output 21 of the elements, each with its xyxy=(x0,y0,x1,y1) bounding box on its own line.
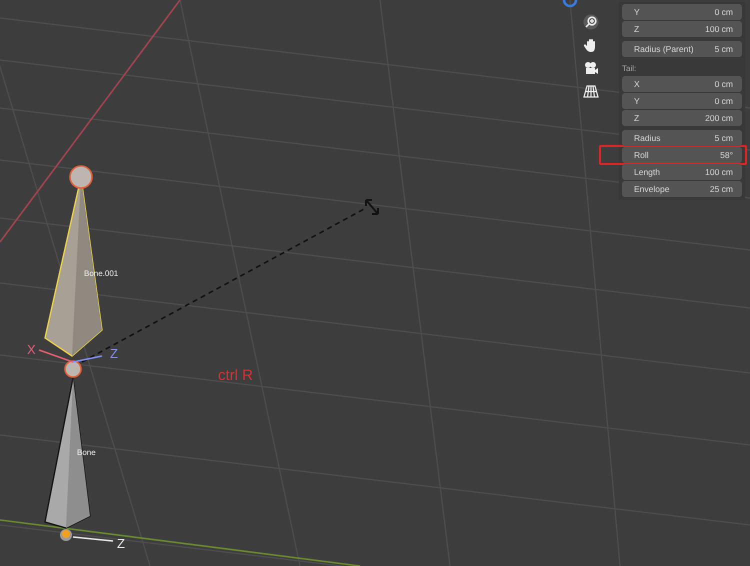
axis-label: Z xyxy=(117,536,125,551)
number-field[interactable]: Y 0 cm xyxy=(622,93,742,109)
bone-label: Bone xyxy=(77,448,96,457)
zoom-icon[interactable] xyxy=(583,14,599,30)
number-field[interactable]: Z 100 cm xyxy=(622,21,742,37)
camera-icon[interactable] xyxy=(583,60,599,76)
rotate-cursor-icon xyxy=(365,199,379,215)
number-field[interactable]: Radius 5 cm xyxy=(622,130,742,146)
number-field[interactable]: Roll 58° xyxy=(622,147,742,163)
number-field[interactable]: Y 0 cm xyxy=(622,4,742,20)
number-field[interactable]: Envelope 25 cm xyxy=(622,181,742,197)
axis-gizmo-icon xyxy=(72,536,114,542)
number-field[interactable]: Radius (Parent) 5 cm xyxy=(622,41,742,57)
number-field[interactable]: Length 100 cm xyxy=(622,164,742,180)
section-heading: Tail: xyxy=(622,63,638,75)
axis-label: Z xyxy=(110,346,118,361)
grid-icon[interactable] xyxy=(583,83,599,99)
shortcut-hint: ctrl R xyxy=(218,367,253,384)
axis-label: X xyxy=(27,342,36,357)
number-field[interactable]: X 0 cm xyxy=(622,76,742,92)
number-field[interactable]: Z 200 cm xyxy=(622,110,742,126)
